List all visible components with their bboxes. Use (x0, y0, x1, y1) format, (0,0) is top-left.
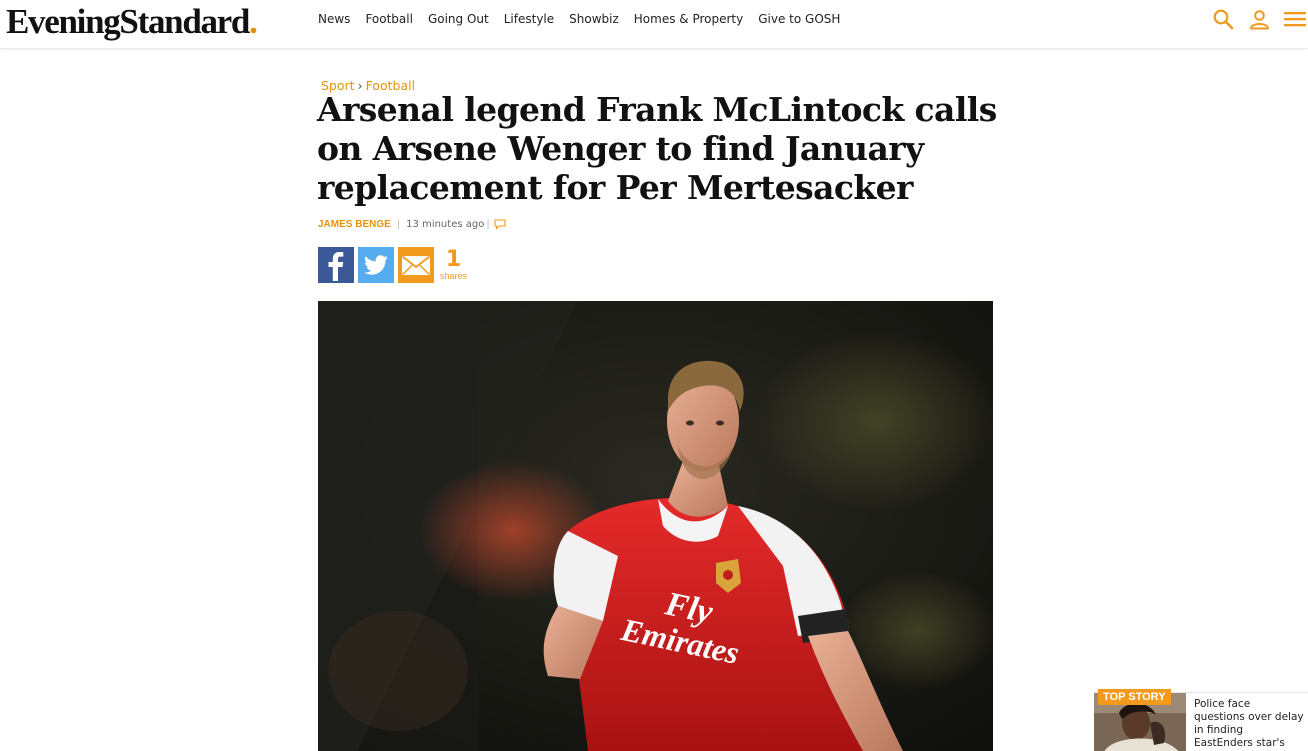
email-icon (401, 255, 431, 276)
nav-item-news[interactable]: News (318, 12, 350, 26)
facebook-share-button[interactable] (318, 247, 354, 283)
share-bar: 1 shares (318, 247, 467, 283)
byline-divider: | (396, 219, 401, 230)
article-hero-image[interactable]: Fly Emirates (318, 301, 993, 751)
top-story-widget[interactable]: TOP STORY Police face questions over del… (1094, 689, 1308, 751)
nav-item-homes-property[interactable]: Homes & Property (634, 12, 743, 26)
nav-item-showbiz[interactable]: Showbiz (569, 12, 619, 26)
site-logo[interactable]: EveningStandard. (6, 2, 258, 42)
email-share-button[interactable] (398, 247, 434, 283)
comment-icon[interactable] (494, 219, 506, 230)
nav-item-lifestyle[interactable]: Lifestyle (504, 12, 554, 26)
twitter-share-button[interactable] (358, 247, 394, 283)
facebook-icon (328, 252, 344, 281)
author-link[interactable]: JAMES BENGE (318, 219, 391, 230)
nav-item-give-to-gosh[interactable]: Give to GOSH (758, 12, 840, 26)
user-icon[interactable] (1248, 8, 1270, 30)
menu-icon[interactable] (1284, 8, 1306, 30)
byline: JAMES BENGE | 13 minutes ago | (318, 219, 506, 230)
share-count-number: 1 (445, 247, 462, 272)
top-story-badge: TOP STORY (1098, 689, 1171, 705)
search-icon[interactable] (1212, 8, 1234, 30)
nav-item-football[interactable]: Football (365, 12, 413, 26)
top-story-headline[interactable]: Police face questions over delay in find… (1194, 698, 1304, 751)
site-header: EveningStandard. News Football Going Out… (0, 0, 1308, 49)
player-photo: Fly Emirates (318, 301, 993, 751)
main-nav: News Football Going Out Lifestyle Showbi… (318, 0, 855, 38)
share-count: 1 shares (440, 249, 467, 281)
byline-divider: | (486, 219, 490, 230)
share-count-label: shares (440, 271, 468, 281)
twitter-icon (364, 255, 388, 275)
article-headline: Arsenal legend Frank McLintock calls on … (317, 90, 997, 207)
nav-item-going-out[interactable]: Going Out (428, 12, 489, 26)
header-actions (1212, 0, 1308, 38)
timestamp: 13 minutes ago (406, 219, 485, 230)
